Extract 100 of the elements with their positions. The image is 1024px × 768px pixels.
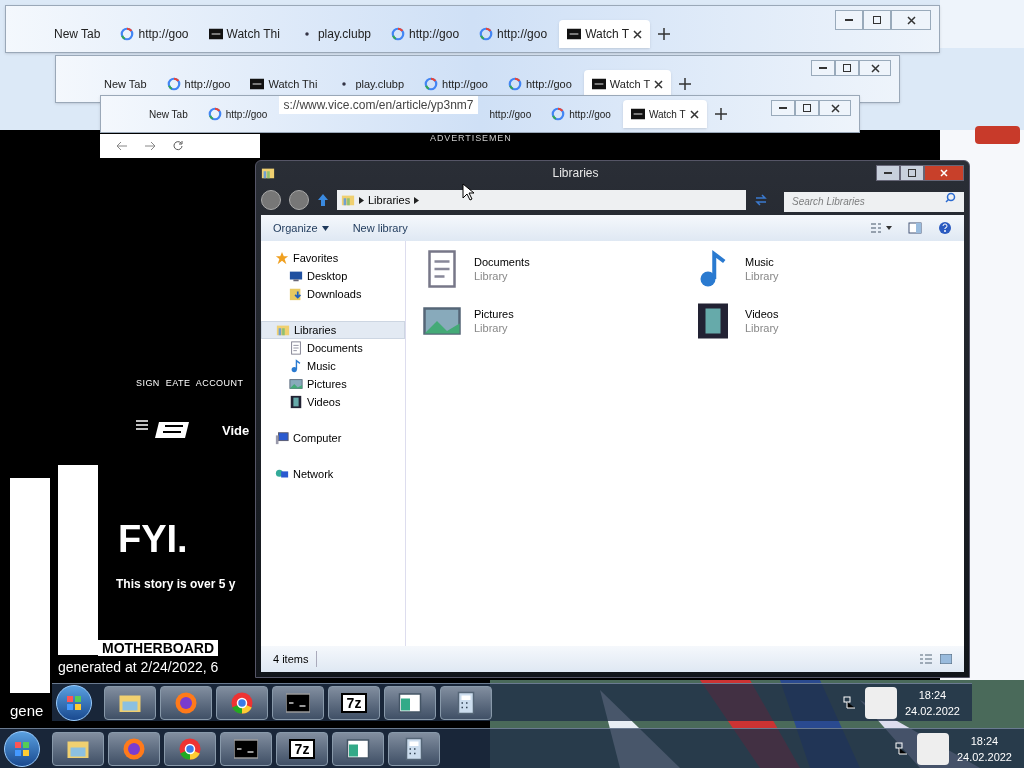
close-button[interactable] <box>891 10 931 30</box>
menu-icon[interactable] <box>136 420 148 430</box>
library-item[interactable]: Pictures Library <box>422 301 693 341</box>
minimize-button[interactable] <box>876 165 900 181</box>
browser-tab[interactable]: Watch T <box>583 70 672 98</box>
nav-item[interactable]: Libraries <box>261 321 405 339</box>
up-arrow-icon[interactable] <box>317 193 329 207</box>
preview-pane-icon[interactable] <box>908 222 922 234</box>
library-item[interactable]: Documents Library <box>422 249 693 289</box>
browser-tab[interactable]: New Tab <box>46 20 109 48</box>
browser-tab[interactable]: Watch Thi <box>242 70 326 98</box>
new-tab-icon[interactable] <box>714 108 727 120</box>
caret-icon <box>321 225 329 231</box>
help-icon[interactable] <box>938 221 952 235</box>
browser-tab[interactable]: play.clubp <box>329 70 413 98</box>
chrome-icon <box>178 736 202 761</box>
google-icon <box>207 107 222 121</box>
new-tab-icon[interactable] <box>679 78 692 90</box>
nav-item[interactable]: Videos <box>261 393 405 411</box>
minimize-button[interactable] <box>811 60 835 76</box>
clock[interactable]: 18:24 24.02.2022 <box>956 732 1012 765</box>
chevron-icon[interactable] <box>359 196 364 204</box>
taskbar-app-button[interactable]: 7z <box>328 685 380 720</box>
taskbar-app-button[interactable] <box>216 685 268 720</box>
clock[interactable]: 18:24 24.02.2022 <box>904 686 960 719</box>
close-icon[interactable] <box>654 79 664 89</box>
taskbar-app-button[interactable]: 7z <box>276 731 328 766</box>
forward-button[interactable] <box>289 190 309 210</box>
firefox-icon <box>122 736 146 761</box>
browser-tab[interactable]: http://goo <box>500 70 580 98</box>
video-thumbnail-icon <box>250 77 265 91</box>
taskbar-app-button[interactable] <box>388 731 440 766</box>
chevron-icon[interactable] <box>414 196 420 204</box>
nav-item[interactable]: Network <box>261 465 405 483</box>
nav-link[interactable]: Vide <box>222 421 250 441</box>
browser-tab[interactable]: Watch T <box>559 20 651 48</box>
close-button[interactable] <box>859 60 891 76</box>
taskbar-app-button[interactable] <box>272 685 324 720</box>
maximize-button[interactable] <box>835 60 859 76</box>
taskbar-app-button[interactable] <box>220 731 272 766</box>
monitor-icon <box>289 269 303 283</box>
library-item[interactable]: Videos Library <box>693 301 964 341</box>
close-icon <box>870 63 880 73</box>
network-icon[interactable] <box>894 741 909 756</box>
taskbar-app-button[interactable] <box>160 685 212 720</box>
nav-item[interactable]: Documents <box>261 339 405 357</box>
browser-tab[interactable]: http://goo <box>481 100 540 128</box>
back-button[interactable] <box>261 190 281 210</box>
view-options-icon[interactable] <box>870 222 892 234</box>
browser-tab[interactable]: Watch Thi <box>200 20 288 48</box>
network-icon[interactable] <box>842 695 857 710</box>
taskbar-app-button[interactable] <box>440 685 492 720</box>
banner-text: ADVERTISEMEN <box>430 132 512 145</box>
back-icon[interactable] <box>116 140 128 152</box>
browser-tab[interactable]: New Tab <box>141 100 196 128</box>
browser-tab[interactable]: Watch T <box>622 100 707 128</box>
browser-tab[interactable]: http://goo <box>383 20 468 48</box>
taskbar-app-button[interactable] <box>384 685 436 720</box>
new-tab-icon[interactable] <box>658 28 671 40</box>
taskbar-app-button[interactable] <box>164 731 216 766</box>
browser-tab[interactable]: play.clubp <box>291 20 380 48</box>
search-icon[interactable] <box>945 192 956 203</box>
reload-icon[interactable] <box>172 140 184 152</box>
start-button[interactable] <box>56 684 92 721</box>
minimize-button[interactable] <box>771 100 795 116</box>
close-button[interactable] <box>819 100 851 116</box>
taskbar-app-button[interactable] <box>108 731 160 766</box>
nav-item[interactable]: Music <box>261 357 405 375</box>
taskbar-app-button[interactable] <box>52 731 104 766</box>
search-field[interactable]: Search Libraries <box>784 191 964 212</box>
browser-tab[interactable]: http://goo <box>416 70 496 98</box>
nav-item[interactable]: Computer <box>261 429 405 447</box>
browser-tab[interactable]: http://goo <box>199 100 276 128</box>
close-icon[interactable] <box>633 29 643 39</box>
browser-tab[interactable]: http://goo <box>543 100 619 128</box>
minimize-button[interactable] <box>835 10 863 30</box>
browser-tab[interactable]: http://goo <box>112 20 197 48</box>
address-bar[interactable]: Libraries <box>337 190 746 210</box>
toolbar-button[interactable]: New library <box>352 219 408 237</box>
tiles-view-icon[interactable] <box>940 654 952 664</box>
maximize-button[interactable] <box>900 165 924 181</box>
nav-item[interactable]: Favorites <box>261 249 405 267</box>
browser-tab[interactable]: New Tab <box>96 70 155 98</box>
taskbar-app-button[interactable] <box>332 731 384 766</box>
start-button[interactable] <box>4 730 40 767</box>
close-icon <box>830 103 840 113</box>
close-icon[interactable] <box>689 109 699 119</box>
browser-tab[interactable]: http://goo <box>471 20 556 48</box>
nav-item[interactable]: Desktop <box>261 267 405 285</box>
maximize-button[interactable] <box>863 10 891 30</box>
refresh-icon[interactable] <box>754 193 768 207</box>
browser-tab[interactable]: http://goo <box>158 70 239 98</box>
library-item[interactable]: Music Library <box>693 249 964 289</box>
forward-icon[interactable] <box>144 140 156 152</box>
nav-item[interactable]: Pictures <box>261 375 405 393</box>
maximize-button[interactable] <box>795 100 819 116</box>
taskbar-app-button[interactable] <box>104 685 156 720</box>
headline: FYI. <box>118 518 188 560</box>
toolbar-button[interactable]: Organize <box>273 219 329 237</box>
nav-item[interactable]: Downloads <box>261 285 405 303</box>
